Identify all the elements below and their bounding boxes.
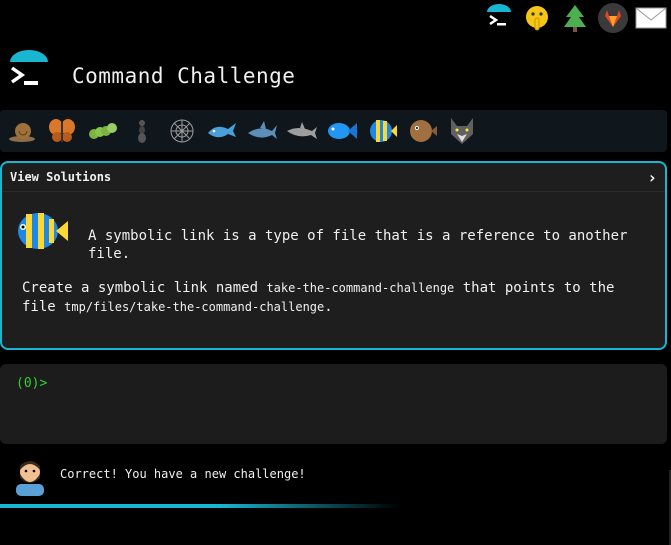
shark-icon[interactable] (246, 115, 278, 147)
challenge-panel: View Solutions › A symbolic link is a ty… (0, 161, 667, 350)
tropical-fish-icon[interactable] (366, 115, 398, 147)
progress-bar (0, 504, 400, 508)
view-solutions-label[interactable]: View Solutions (10, 170, 111, 184)
task-link-target: tmp/files/take-the-command-challenge (64, 300, 325, 314)
wolf-icon[interactable] (446, 115, 478, 147)
terminal[interactable]: (0)> (0, 364, 667, 444)
challenge-description: A symbolic link is a type of file that i… (88, 228, 628, 262)
tree-icon[interactable] (559, 2, 591, 34)
challenge-task: Create a symbolic link named take-the-co… (22, 279, 652, 317)
caterpillar-icon[interactable] (86, 115, 118, 147)
spider-web-icon[interactable] (166, 115, 198, 147)
whale-icon[interactable] (206, 115, 238, 147)
top-icon-bar (483, 2, 667, 34)
mail-icon[interactable] (635, 2, 667, 34)
page-title: Command Challenge (72, 64, 296, 88)
task-text-pre: Create a symbolic link named (22, 280, 267, 296)
tropical-fish-icon (14, 207, 70, 255)
gitlab-icon[interactable] (597, 2, 629, 34)
shushing-face-icon[interactable] (521, 2, 553, 34)
level-icon-strip (0, 110, 667, 152)
dolphin-icon[interactable] (286, 115, 318, 147)
terminal-logo-icon[interactable] (483, 2, 515, 34)
task-link-name: take-the-command-challenge (266, 281, 455, 295)
task-text-post: . (324, 299, 333, 315)
snail-icon[interactable] (6, 115, 38, 147)
header: Command Challenge (0, 44, 671, 104)
fish-icon[interactable] (326, 115, 358, 147)
view-solutions-header[interactable]: View Solutions › (2, 163, 665, 192)
avatar-icon (12, 456, 48, 496)
status-message: Correct! You have a new challenge! (60, 467, 306, 481)
chevron-right-icon[interactable]: › (647, 168, 657, 187)
pufferfish-icon[interactable] (406, 115, 438, 147)
ant-icon[interactable] (126, 115, 158, 147)
butterfly-icon[interactable] (46, 115, 78, 147)
command-challenge-logo-icon[interactable] (8, 48, 50, 92)
terminal-prompt: (0)> (16, 376, 48, 391)
